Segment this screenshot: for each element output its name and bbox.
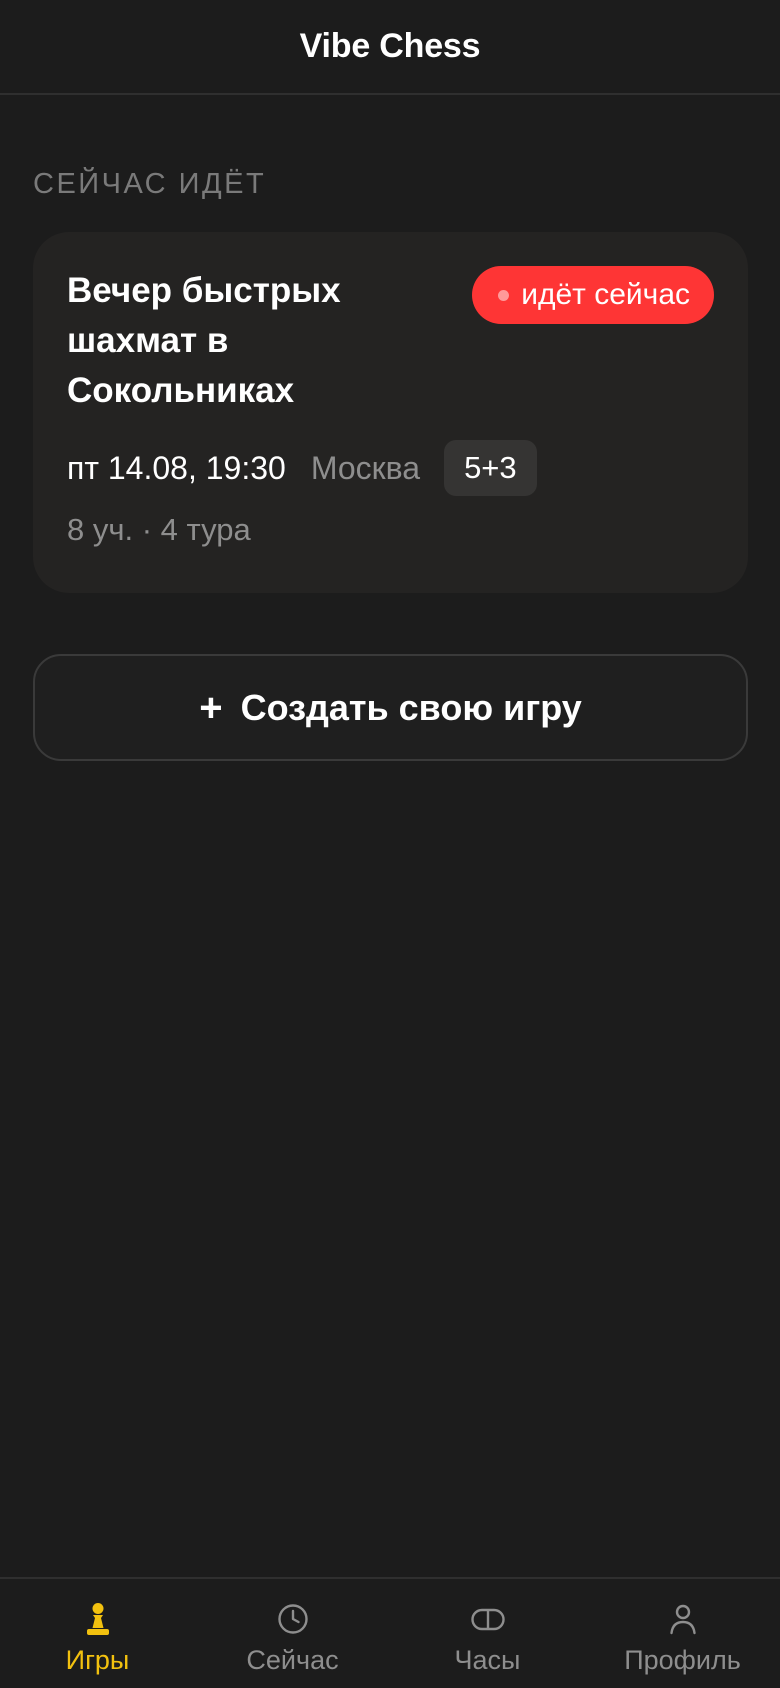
event-meta-row: пт 14.08, 19:30 Москва 5+3	[67, 440, 537, 496]
create-game-label: Создать свою игру	[240, 686, 582, 728]
event-card[interactable]: Вечер быстрых шахмат в Сокольниках идёт …	[33, 232, 748, 593]
clock-icon	[277, 1604, 308, 1634]
tab-now[interactable]: Сейчас	[195, 1579, 390, 1688]
event-stats: 8 уч. · 4 тура	[67, 512, 251, 547]
tab-bar: Игры Сейчас Часы Профиль	[0, 1577, 780, 1688]
tab-games-label: Игры	[65, 1645, 130, 1675]
create-game-button[interactable]: + Создать свою игру	[33, 654, 748, 761]
tab-now-label: Сейчас	[246, 1645, 339, 1675]
event-datetime: пт 14.08, 19:30	[67, 449, 286, 486]
tab-clock-label: Часы	[454, 1645, 521, 1675]
navigation-bar: Vibe Chess	[0, 0, 780, 95]
plus-icon: +	[199, 685, 223, 730]
live-status-label: идёт сейчас	[521, 278, 690, 311]
tab-profile-label: Профиль	[624, 1645, 741, 1675]
pawn-icon	[86, 1603, 109, 1635]
app-screen: Vibe Chess СЕЙЧАС ИДЁТ Вечер быстрых шах…	[0, 0, 780, 1688]
event-title: Вечер быстрых шахмат в Сокольниках	[67, 271, 341, 410]
time-control-badge: 5+3	[444, 440, 537, 496]
person-icon	[669, 1604, 696, 1635]
tab-games[interactable]: Игры	[0, 1579, 195, 1688]
live-dot-icon	[498, 289, 510, 301]
section-title: СЕЙЧАС ИДЁТ	[33, 168, 267, 200]
live-status-badge: идёт сейчас	[472, 266, 714, 324]
tab-clock[interactable]: Часы	[390, 1579, 585, 1688]
event-city: Москва	[310, 449, 421, 486]
chess-clock-icon	[470, 1608, 505, 1631]
app-title: Vibe Chess	[299, 27, 481, 65]
tab-profile[interactable]: Профиль	[585, 1579, 780, 1688]
